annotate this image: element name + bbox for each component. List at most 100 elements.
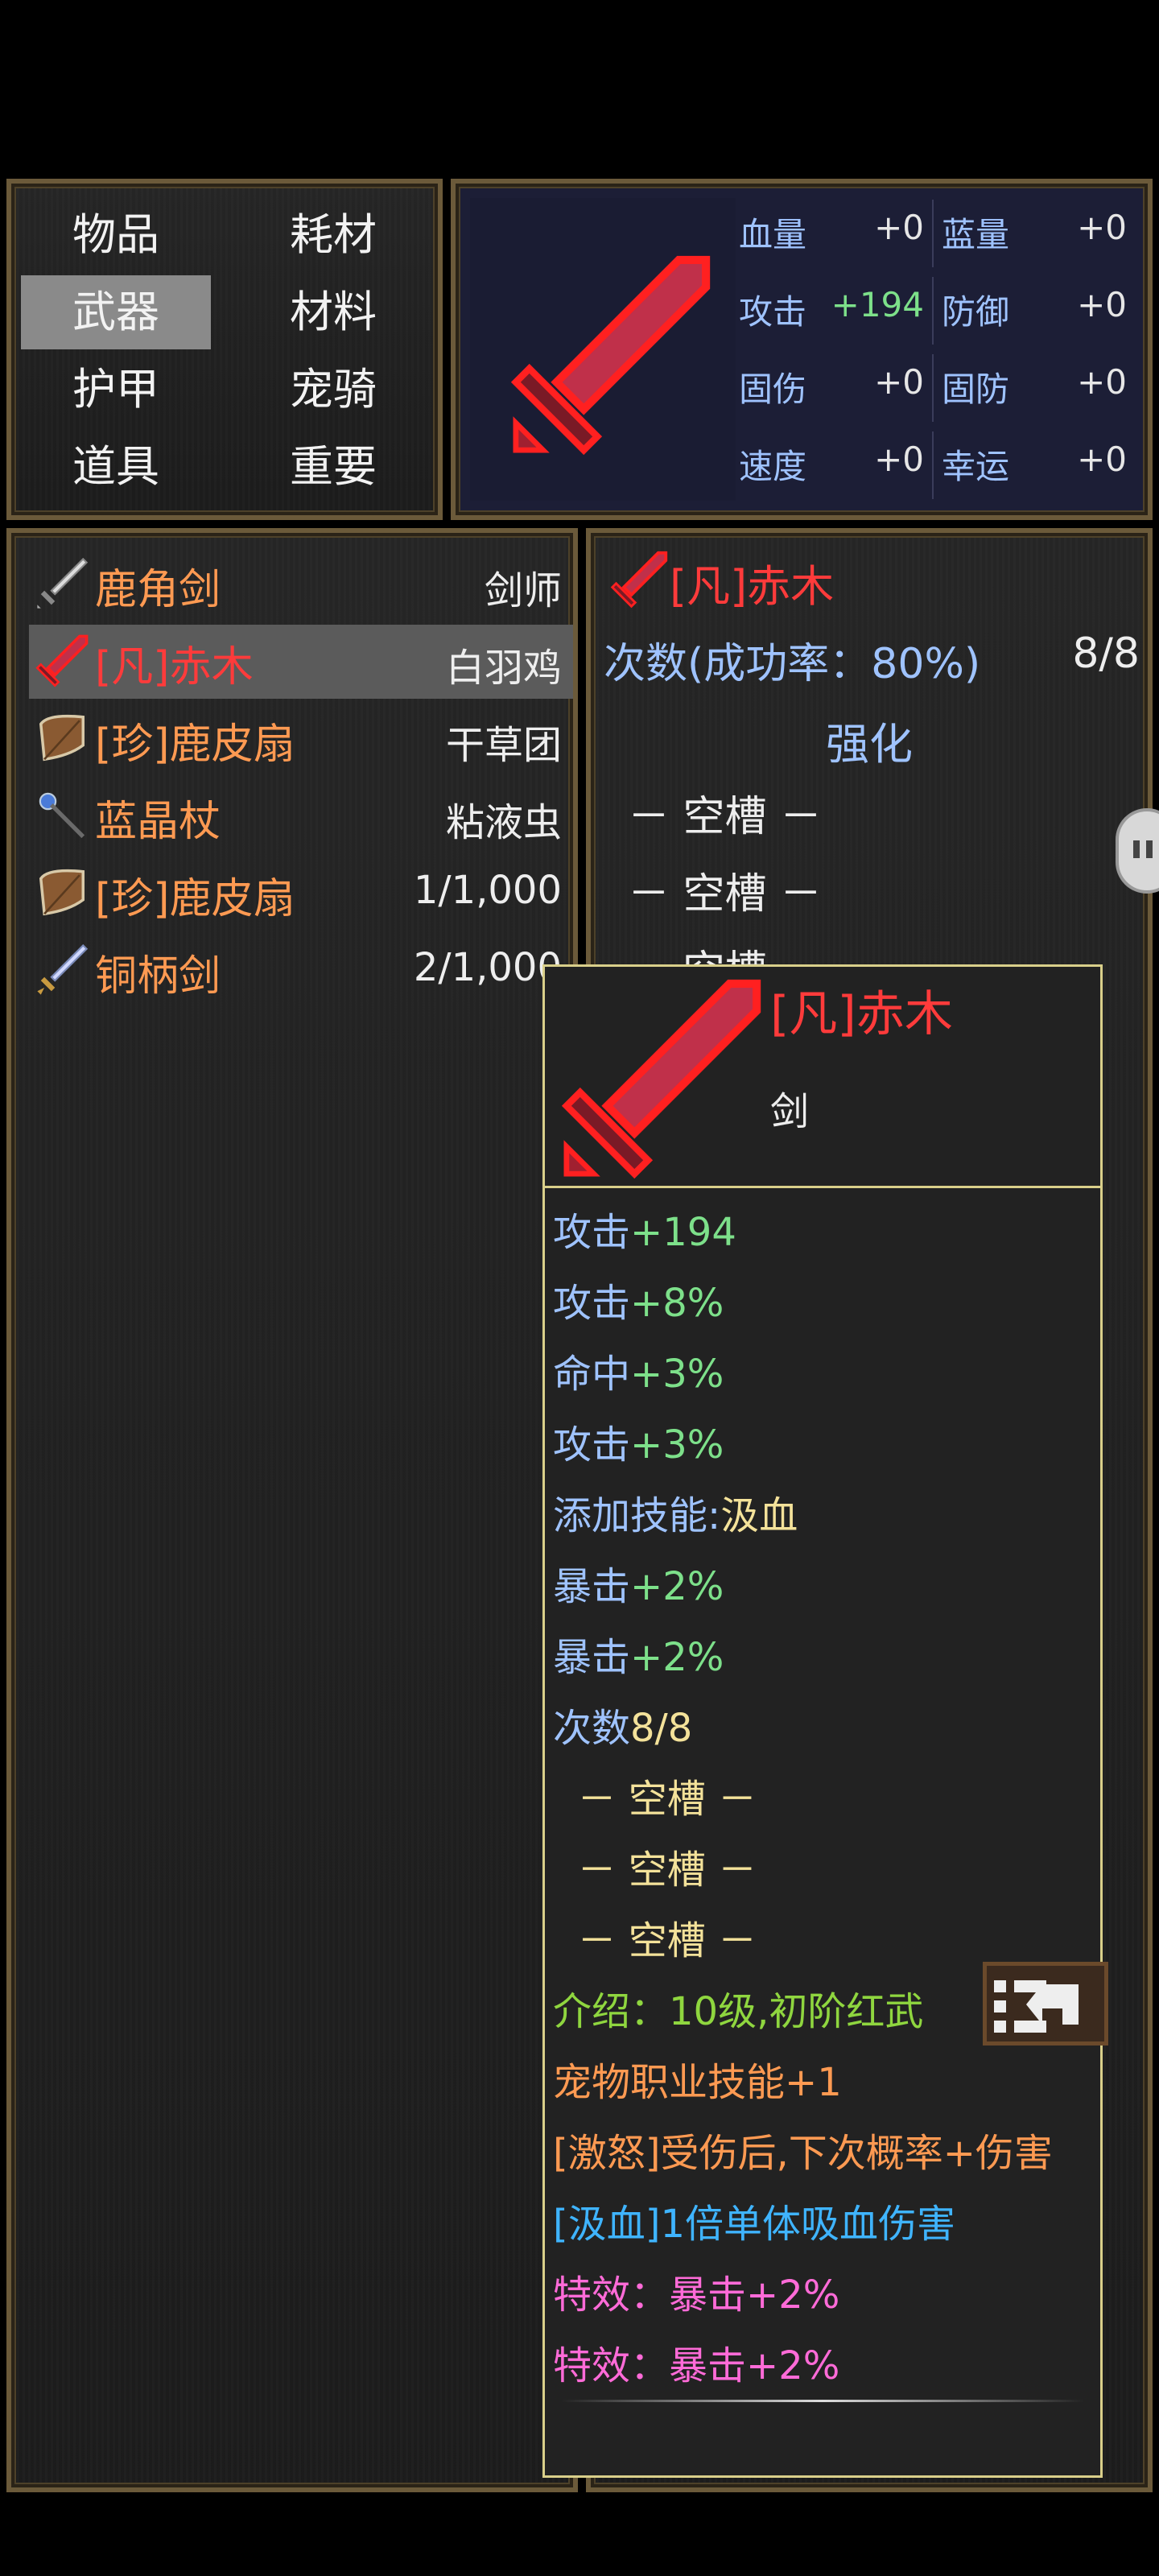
stat-divider	[932, 431, 934, 499]
pause-icon	[1133, 840, 1140, 858]
item-right-text: 剑师	[484, 568, 562, 613]
category-tab[interactable]: 武器	[21, 275, 211, 349]
item-tooltip: [凡]赤木 剑 攻击+194 攻击+8% 命中+3% 攻击+3% 添加技能:汲血 暴击+2…	[542, 964, 1108, 2478]
tooltip-line-key: 攻击	[553, 1210, 631, 1255]
item-row[interactable]: [凡]赤木 白羽鸡	[29, 625, 573, 699]
equipped-weapon-preview	[470, 198, 736, 501]
stat-label: 幸运	[942, 447, 1010, 486]
tooltip-line-key: [激怒]受伤后,下次概率+伤害	[553, 2131, 1053, 2176]
tooltip-line-key: 添加技能:	[553, 1493, 721, 1538]
tooltip-line-value: +2%	[630, 1635, 724, 1680]
category-tab[interactable]: 耗材	[238, 198, 428, 272]
stat-value: +0	[874, 362, 924, 402]
item-name: 铜柄剑	[95, 952, 221, 1001]
stat-label: 速度	[739, 447, 807, 486]
stat-value: +0	[1077, 285, 1127, 324]
red-sword-icon	[561, 979, 761, 1179]
tooltip-item-name: [凡]赤木	[770, 986, 953, 1042]
tooltip-line-key: 次数	[553, 1706, 631, 1751]
tooltip-item-type: 剑	[770, 1089, 810, 1134]
tooltip-line: 暴击+2%	[553, 1554, 724, 1611]
tooltip-line-key: 介绍：10级,初阶红武	[553, 1989, 924, 2034]
stat-label: 蓝量	[942, 215, 1010, 254]
tooltip-line-value: +2%	[630, 1564, 724, 1609]
item-name: [珍]鹿皮扇	[95, 875, 295, 923]
stat-label: 防御	[942, 292, 1010, 332]
bronze-sword-icon	[37, 943, 89, 995]
tooltip-line: 介绍：10级,初阶红武	[553, 1979, 923, 2036]
item-row[interactable]: 蓝晶杖 粘液虫	[29, 779, 573, 853]
tooltip-line: 命中+3%	[553, 1342, 724, 1398]
tooltip-line-key: 特效：暴击+2%	[553, 2343, 840, 2388]
tooltip-line: 暴击+2%	[553, 1625, 724, 1682]
stat-label: 血量	[739, 215, 807, 254]
item-name: 蓝晶杖	[95, 798, 221, 846]
attempts-value: 8/8	[1072, 630, 1140, 678]
tooltip-line: 攻击+194	[553, 1200, 736, 1257]
category-tab[interactable]: 材料	[238, 275, 428, 349]
crystal-staff-icon	[39, 792, 85, 839]
stat-value: +0	[1077, 362, 1127, 402]
item-row[interactable]: [珍]鹿皮扇 干草团	[29, 702, 573, 776]
return-button[interactable]	[983, 1962, 1108, 2046]
short-sword-icon	[37, 557, 89, 609]
tooltip-line: 次数8/8	[553, 1696, 692, 1752]
tooltip-line-value: 8/8	[630, 1706, 693, 1751]
stat-label: 攻击	[739, 292, 807, 332]
tooltip-line: 特效：暴击+2%	[553, 2263, 839, 2319]
tooltip-line-key: － 空槽 －	[553, 1777, 757, 1822]
tooltip-line: 攻击+8%	[553, 1271, 724, 1327]
red-sword-icon	[610, 551, 668, 609]
side-handle-button[interactable]	[1116, 808, 1159, 894]
tooltip-line-key: － 空槽 －	[553, 1847, 757, 1893]
tooltip-line-value: +194	[630, 1210, 736, 1255]
item-right-text: 2/1,000	[413, 945, 562, 990]
enhance-button[interactable]: 强化	[591, 708, 1148, 772]
stat-value: +0	[874, 208, 924, 247]
tooltip-line: [激怒]受伤后,下次概率+伤害	[553, 2121, 1053, 2178]
stat-value: +0	[874, 440, 924, 479]
stat-label: 固伤	[739, 369, 807, 409]
category-tab[interactable]: 重要	[238, 430, 428, 504]
item-row[interactable]: [珍]鹿皮扇 1/1,000	[29, 857, 573, 931]
item-row[interactable]: 鹿角剑 剑师	[29, 547, 573, 621]
stat-value: +194	[831, 285, 924, 324]
tooltip-line-key: 宠物职业技能+1	[553, 2060, 842, 2105]
tooltip-line: 攻击+3%	[553, 1413, 724, 1469]
tooltip-line-key: 暴击	[553, 1635, 631, 1680]
tooltip-line: － 空槽 －	[553, 1767, 757, 1823]
tooltip-line: 宠物职业技能+1	[553, 2050, 842, 2107]
attempts-label: 次数(成功率：80%)	[604, 640, 981, 688]
tooltip-line-key: － 空槽 －	[553, 1918, 757, 1963]
tooltip-line-key: 特效：暴击+2%	[553, 2273, 840, 2318]
category-tab[interactable]: 道具	[21, 430, 211, 504]
enhance-slot: － 空槽 －	[628, 793, 823, 841]
stats-panel: 血量 +0 蓝量 +0 攻击 +194 防御 +0 固伤 +0 固防 +0 速度 +0 幸运 +0	[451, 179, 1153, 520]
detail-item-name: [凡]赤木	[670, 561, 835, 612]
stat-divider	[932, 277, 934, 345]
tooltip-divider	[561, 2400, 1084, 2402]
item-name: 鹿角剑	[95, 566, 221, 614]
red-sword-icon	[510, 255, 711, 456]
tooltip-line: － 空槽 －	[553, 1909, 757, 1965]
category-tab[interactable]: 护甲	[21, 353, 211, 427]
category-tab[interactable]: 物品	[21, 198, 211, 272]
red-sword-icon	[35, 634, 89, 687]
category-tab[interactable]: 宠骑	[238, 353, 428, 427]
item-right-text: 粘液虫	[445, 800, 562, 845]
item-list-panel: 鹿角剑 剑师 [凡]赤木 白羽鸡 [珍]鹿皮扇 干草团蓝晶杖 粘液虫 [珍]鹿皮扇 1/1,00…	[6, 528, 578, 2492]
tooltip-line-key: 攻击	[553, 1281, 631, 1326]
tooltip-line: [汲血]1倍单体吸血伤害	[553, 2192, 955, 2248]
stat-divider	[932, 354, 934, 422]
leather-fan-icon	[39, 869, 85, 916]
tooltip-line: － 空槽 －	[553, 1838, 757, 1894]
return-arrow-icon	[994, 1980, 1079, 2033]
item-row[interactable]: 铜柄剑 2/1,000	[29, 934, 573, 1008]
tooltip-line-value: +3%	[630, 1352, 724, 1397]
item-right-text: 白羽鸡	[445, 646, 562, 691]
tooltip-line: 特效：暴击+2%	[553, 2334, 839, 2390]
tooltip-line-value: 汲血	[720, 1493, 798, 1538]
stat-divider	[932, 200, 934, 267]
stat-value: +0	[1077, 208, 1127, 247]
tooltip-line-key: [汲血]1倍单体吸血伤害	[553, 2202, 955, 2247]
